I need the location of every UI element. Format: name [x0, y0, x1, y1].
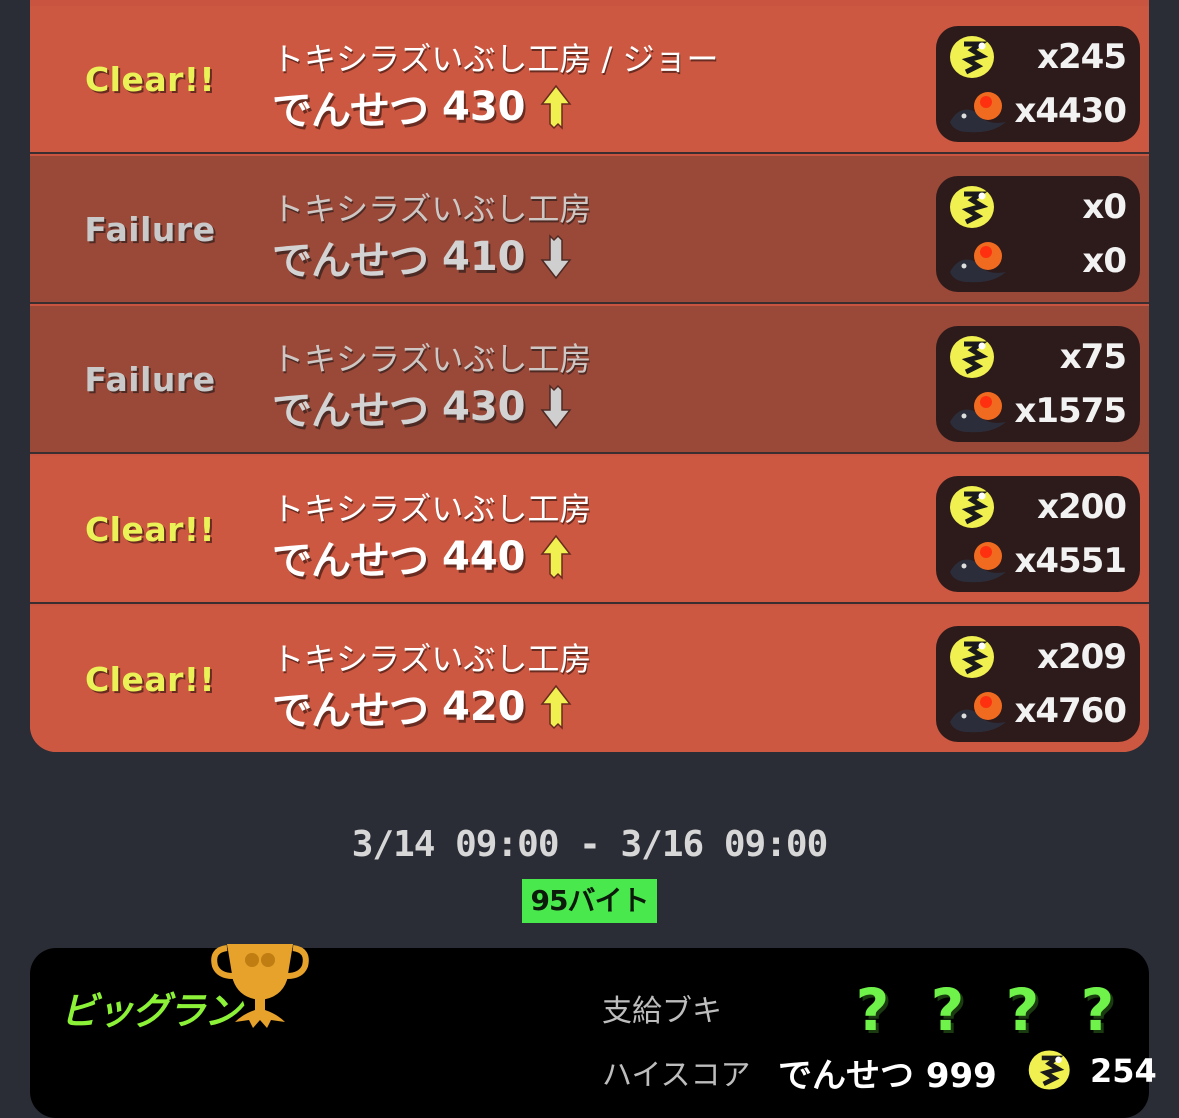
- golden-egg-icon: [946, 332, 1004, 382]
- golden-egg-icon: [946, 632, 1004, 682]
- grade-name: でんせつ: [272, 388, 429, 434]
- row-divider: [30, 602, 1149, 604]
- shift-grade: でんせつ 440: [272, 528, 572, 586]
- shift-status: Failure: [84, 359, 216, 399]
- shift-stage: トキシラズいぶし工房: [272, 640, 592, 678]
- grade-points: 430: [442, 384, 526, 430]
- golden-egg-count: x0: [1082, 187, 1127, 227]
- highscore-golden-eggs: 254: [1090, 1052, 1157, 1090]
- arrow-up-icon: [539, 684, 572, 730]
- highscore-grade: でんせつ 999: [778, 1056, 997, 1096]
- trophy-icon: [211, 944, 309, 1028]
- egg-counts: x209 x4760: [936, 626, 1140, 742]
- shift-grade: でんせつ 410: [272, 228, 572, 286]
- shift-count-badge: 95バイト: [522, 879, 657, 923]
- grade-points: 410: [442, 234, 526, 280]
- shift-status: Failure: [84, 209, 216, 249]
- unknown-weapon: ?: [855, 976, 890, 1044]
- golden-egg-count: x200: [1037, 487, 1127, 527]
- shift-stage: トキシラズいぶし工房: [272, 190, 592, 228]
- power-egg-icon: [946, 86, 1006, 136]
- shift-grade: でんせつ 430: [272, 78, 572, 136]
- golden-egg-count: x245: [1037, 37, 1127, 77]
- power-egg-icon: [946, 536, 1006, 586]
- grade-points: 420: [442, 684, 526, 730]
- schedule-date-range: 3/14 09:00 - 3/16 09:00: [351, 824, 829, 865]
- egg-counts: x200 x4551: [936, 476, 1140, 592]
- power-egg-count: x4760: [1014, 691, 1127, 731]
- arrow-up-icon: [539, 534, 572, 580]
- power-egg-count: x1575: [1014, 391, 1127, 431]
- shift-row[interactable]: Failure トキシラズいぶし工房 でんせつ 410 x0 x0: [30, 156, 1149, 304]
- shift-status: Clear!!: [84, 659, 216, 699]
- shift-row[interactable]: Clear!! トキシラズいぶし工房 でんせつ 440 x200 x4551: [30, 456, 1149, 604]
- arrow-up-icon: [539, 84, 572, 130]
- shift-stage: トキシラズいぶし工房: [272, 490, 592, 528]
- shift-status: Clear!!: [84, 509, 216, 549]
- grade-name: でんせつ: [272, 538, 429, 584]
- golden-egg-icon: [946, 482, 1004, 532]
- shift-row[interactable]: Failure トキシラズいぶし工房 でんせつ 430 x75 x1575: [30, 306, 1149, 454]
- golden-egg-count: x75: [1059, 337, 1127, 377]
- grade-name: でんせつ: [272, 88, 429, 134]
- power-egg-icon: [946, 236, 1006, 286]
- unknown-weapon: ?: [930, 976, 965, 1044]
- arrow-down-icon: [539, 384, 572, 430]
- egg-counts: x0 x0: [936, 176, 1140, 292]
- row-divider: [30, 302, 1149, 304]
- grade-name: でんせつ: [272, 688, 429, 734]
- grade-points: 440: [442, 534, 526, 580]
- shift-stage: トキシラズいぶし工房 / ジョー: [272, 40, 719, 78]
- grade-name: でんせつ: [272, 238, 429, 284]
- power-egg-count: x0: [1082, 241, 1127, 281]
- shift-status: Clear!!: [84, 59, 216, 99]
- shift-row[interactable]: Clear!! トキシラズいぶし工房 でんせつ 420 x209 x4760: [30, 606, 1149, 752]
- weapons-label: 支給ブキ: [602, 994, 722, 1029]
- shift-row[interactable]: Clear!! トキシラズいぶし工房 / ジョー でんせつ 430 x245 x…: [30, 6, 1149, 154]
- shift-grade: でんせつ 420: [272, 678, 572, 736]
- golden-egg-count: x209: [1037, 637, 1127, 677]
- bigrun-card[interactable]: ビッグラン 支給ブキ ? ? ? ? ハイスコア でんせつ 999 254: [30, 944, 1157, 1118]
- highscore-label: ハイスコア: [602, 1058, 751, 1093]
- egg-counts: x75 x1575: [936, 326, 1140, 442]
- power-egg-icon: [946, 686, 1006, 736]
- egg-counts: x245 x4430: [936, 26, 1140, 142]
- golden-egg-icon: [946, 32, 1004, 82]
- unknown-weapon: ?: [1080, 976, 1115, 1044]
- shift-stage: トキシラズいぶし工房: [272, 340, 592, 378]
- golden-egg-icon: [946, 182, 1004, 232]
- supplied-weapons: ? ? ? ?: [835, 976, 1135, 1044]
- row-divider: [30, 452, 1149, 454]
- arrow-down-icon: [539, 234, 572, 280]
- unknown-weapon: ?: [1005, 976, 1040, 1044]
- golden-egg-icon: [1028, 1050, 1070, 1090]
- row-divider: [30, 152, 1149, 154]
- power-egg-count: x4430: [1014, 91, 1127, 131]
- power-egg-count: x4551: [1014, 541, 1127, 581]
- power-egg-icon: [946, 386, 1006, 436]
- grade-points: 430: [442, 84, 526, 130]
- shift-results-list: Clear!! トキシラズいぶし工房 / ジョー でんせつ 430 x245 x…: [30, 0, 1149, 752]
- shift-grade: でんせつ 430: [272, 378, 572, 436]
